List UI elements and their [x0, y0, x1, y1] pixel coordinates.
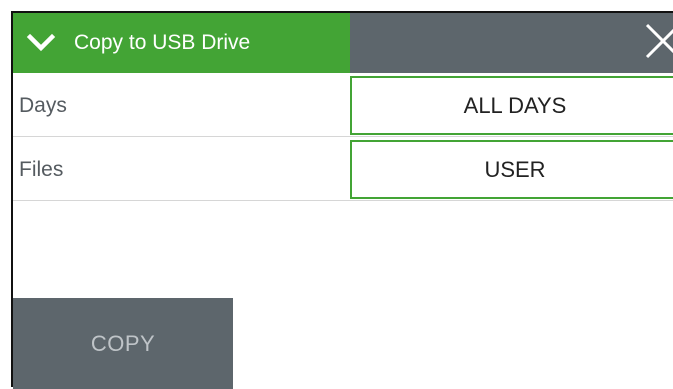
files-label: Files	[19, 158, 64, 181]
dialog-title: Copy to USB Drive	[74, 31, 251, 54]
days-row: Days ALL DAYS	[13, 75, 673, 137]
close-icon	[627, 23, 673, 64]
copy-button[interactable]: COPY	[13, 298, 233, 389]
dialog-header: Copy to USB Drive	[13, 13, 673, 73]
files-select[interactable]: USER	[350, 140, 673, 199]
days-select[interactable]: ALL DAYS	[350, 76, 673, 135]
copy-to-usb-dialog: Copy to USB Drive Days ALL DAYS Files US…	[11, 11, 673, 389]
collapse-toggle[interactable]: Copy to USB Drive	[13, 13, 350, 73]
chevron-down-icon	[26, 31, 56, 55]
close-button[interactable]	[627, 13, 673, 73]
files-row: Files USER	[13, 139, 673, 201]
days-label: Days	[19, 94, 67, 117]
